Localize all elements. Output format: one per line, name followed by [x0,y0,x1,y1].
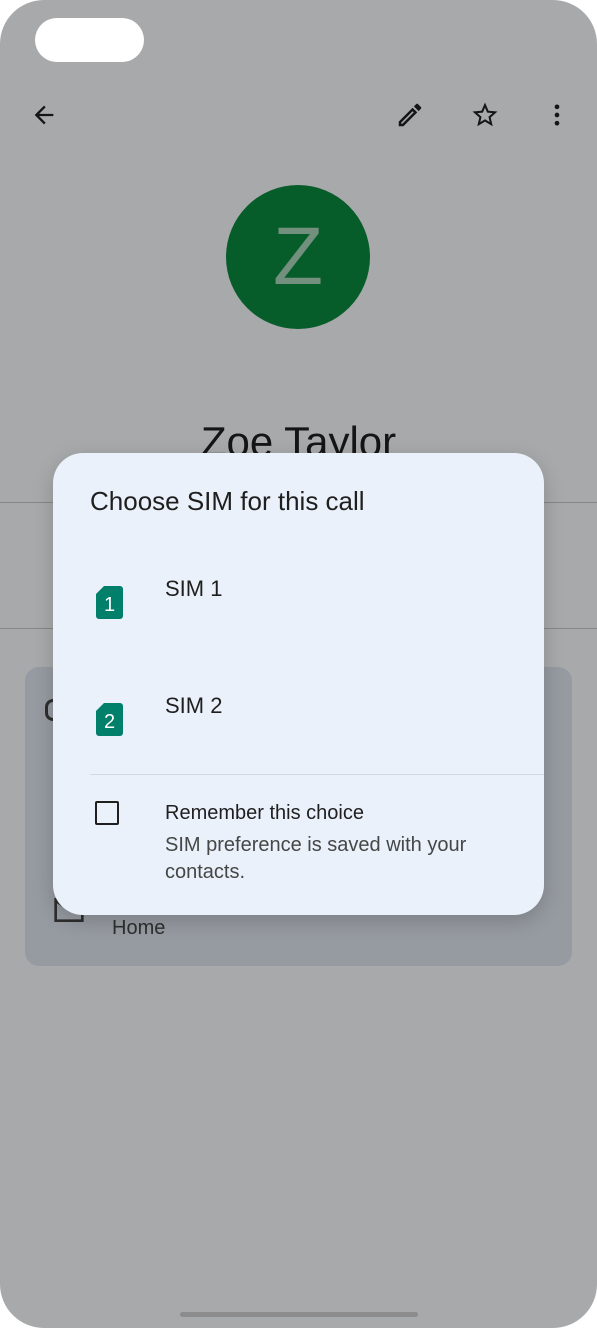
remember-choice-checkbox[interactable] [95,801,119,825]
sim-card-icon: 2 [96,703,123,736]
sim-option-1[interactable]: 1 SIM 1 [53,548,544,658]
sim-badge: 2 [104,711,115,733]
sim-badge: 1 [104,594,115,616]
sim-option-2[interactable]: 2 SIM 2 [53,665,544,775]
sim-card-icon: 1 [96,586,123,619]
remember-choice-label[interactable]: Remember this choice [165,802,364,825]
phone-screen: Z Zoe Taylor Home Choose SIM for this ca… [0,0,597,1328]
remember-choice-description: SIM preference is saved with your contac… [165,834,467,883]
gesture-nav-handle[interactable] [180,1312,418,1317]
sim-option-label: SIM 2 [165,693,223,718]
sim-option-label: SIM 1 [165,576,223,601]
choose-sim-dialog: Choose SIM for this call 1 SIM 1 2 SIM 2… [53,453,544,915]
dialog-title: Choose SIM for this call [90,486,365,516]
camera-cutout [35,18,144,62]
dialog-divider [90,774,544,775]
